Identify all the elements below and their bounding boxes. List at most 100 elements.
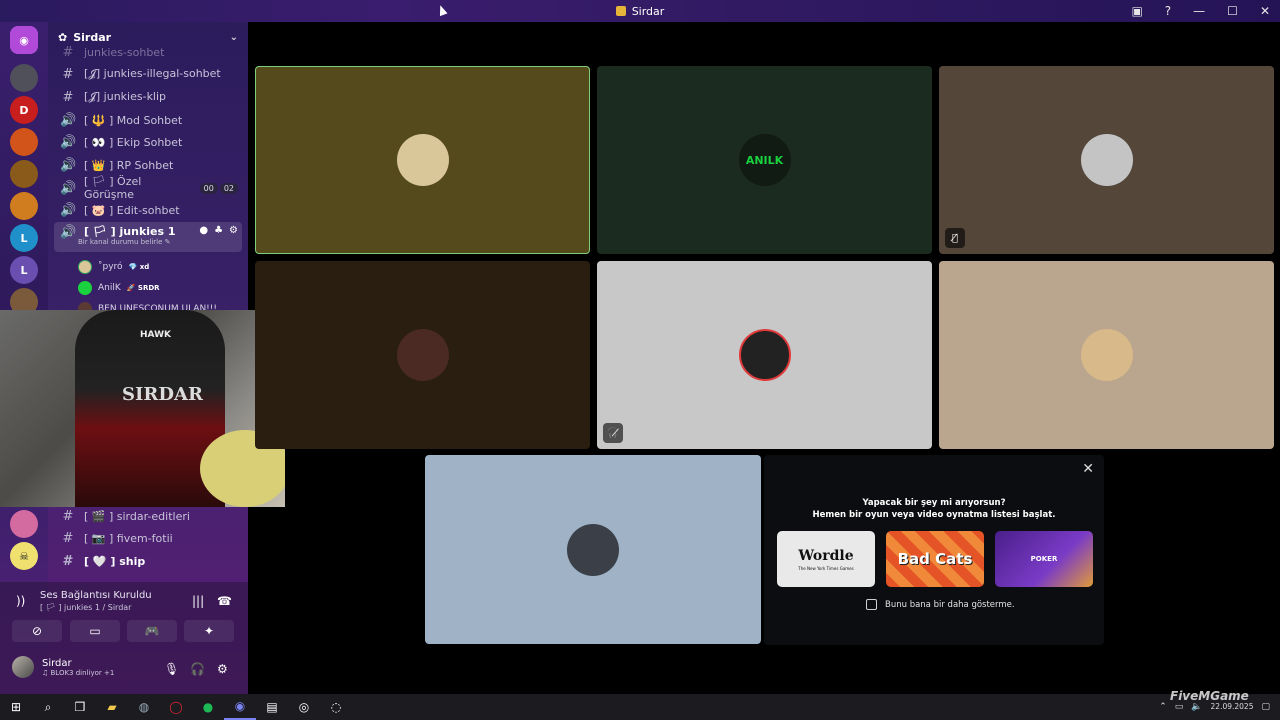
- channel-item[interactable]: # [ 🎬 ] sirdar-editleri: [54, 506, 242, 526]
- checkbox[interactable]: [866, 599, 877, 610]
- activity-subprompt: Hemen bir oyun veya video oynatma listes…: [812, 510, 1056, 520]
- channel-label: [ 🏳 ] Özel Görüşme: [84, 175, 142, 201]
- server-icon-4[interactable]: [10, 160, 38, 188]
- windows-start-icon[interactable]: ⊞: [0, 694, 32, 720]
- channel-label: junkies-sohbet: [84, 45, 165, 59]
- channel-item[interactable]: 🔊 [ 👑 ] RP Sohbet: [54, 155, 242, 175]
- voice-channel-icon: 🔊: [60, 112, 77, 128]
- user-name: ˚pyró: [98, 262, 123, 272]
- server-icon-1[interactable]: [10, 64, 38, 92]
- channel-item[interactable]: 🔊 [ 🔱 ] Mod Sohbet: [54, 110, 242, 130]
- effects-button[interactable]: ✦: [184, 620, 234, 642]
- steam-icon[interactable]: ◍: [128, 694, 160, 720]
- channel-label: [ 🐷 ] Edit-sohbet: [84, 203, 180, 217]
- app-icon-2[interactable]: ◎: [288, 694, 320, 720]
- channel-label: [ 🤍 ] ship: [84, 554, 146, 568]
- video-tile[interactable]: [425, 455, 761, 644]
- tray-expand-icon[interactable]: ⌃: [1159, 702, 1167, 712]
- video-tile[interactable]: ANILK: [597, 66, 932, 254]
- video-tile[interactable]: [255, 66, 590, 254]
- gear-icon[interactable]: ⚙: [217, 662, 228, 676]
- voice-panel: )) Ses Bağlantısı Kuruldu [ 🏳 ] junkies …: [0, 582, 248, 694]
- voice-channel-icon: 🔊: [60, 202, 77, 218]
- channel-label: [ 📷 ] fivem-fotii: [84, 531, 173, 545]
- clock[interactable]: 22.09.2025: [1211, 702, 1254, 712]
- server-icon-2[interactable]: D: [10, 96, 38, 124]
- task-view-icon[interactable]: ❒: [64, 694, 96, 720]
- notifications-icon[interactable]: ▢: [1261, 702, 1270, 712]
- channel-label: [ 👀 ] Ekip Sohbet: [84, 135, 183, 149]
- headphones-icon[interactable]: 🎧: [190, 662, 205, 676]
- avatar: [1080, 329, 1133, 381]
- server-icon-9[interactable]: [10, 510, 38, 538]
- active-voice-channel[interactable]: 🔊 [ 🏳 ] junkies 1 ● ♣ ⚙ Bir kanal durumu…: [54, 222, 242, 252]
- discord-home-icon[interactable]: ◉: [10, 26, 38, 54]
- signal-icon[interactable]: )): [16, 594, 25, 608]
- server-icon-sirdar[interactable]: [10, 192, 38, 220]
- channel-item[interactable]: 🔊 [ 🐷 ] Edit-sohbet: [54, 200, 242, 220]
- volume-icon[interactable]: 🔈: [1191, 702, 1202, 712]
- voice-user[interactable]: ˚pyró 💎 xd: [78, 258, 149, 276]
- file-explorer-icon[interactable]: ▰: [96, 694, 128, 720]
- channel-label: [ 🏳 ] junkies 1: [84, 225, 176, 238]
- network-icon[interactable]: ▭: [1175, 702, 1184, 712]
- maximize-button[interactable]: ☐: [1227, 4, 1238, 18]
- text-channel-icon: #: [62, 553, 74, 569]
- app-icon-1[interactable]: ▤: [256, 694, 288, 720]
- date-text: 22.09.2025: [1210, 702, 1254, 711]
- invite-icon[interactable]: ♣: [214, 225, 223, 236]
- chair-text: SIRDAR: [122, 384, 203, 405]
- chevron-down-icon[interactable]: ⌄: [230, 32, 238, 43]
- channel-label: [ 👑 ] RP Sohbet: [84, 158, 174, 172]
- channel-item[interactable]: 🔊 [ 👀 ] Ekip Sohbet: [54, 132, 242, 152]
- channel-item[interactable]: # [ 📷 ] fivem-fotii: [54, 528, 242, 548]
- opera-icon[interactable]: ◯: [160, 694, 192, 720]
- minimize-button[interactable]: —: [1193, 4, 1205, 18]
- channel-item[interactable]: # [𝓙] junkies-klip: [54, 87, 242, 107]
- video-tile[interactable]: 🎧̸: [597, 261, 932, 449]
- inbox-icon[interactable]: ▣: [1131, 4, 1142, 18]
- close-button[interactable]: ✕: [1260, 4, 1270, 18]
- video-tile[interactable]: [255, 261, 590, 449]
- camera-off-button[interactable]: ⊘: [12, 620, 62, 642]
- channel-item[interactable]: # [ 🤍 ] ship: [54, 551, 242, 571]
- user-name: AnilK: [98, 283, 121, 293]
- activity-card-wordle[interactable]: Wordle The New York Times Games: [777, 531, 875, 587]
- voice-status[interactable]: Ses Bağlantısı Kuruldu [ 🏳 ] junkies 1 /…: [40, 590, 152, 612]
- dont-show-again[interactable]: Bunu bana bir daha gösterme.: [866, 599, 1015, 610]
- screen-share-button[interactable]: ▭: [70, 620, 120, 642]
- microphone-icon[interactable]: 🎙: [164, 662, 179, 676]
- activity-card-poker[interactable]: POKER: [995, 531, 1093, 587]
- disconnect-icon[interactable]: ☎: [217, 594, 232, 608]
- chat-icon[interactable]: ●: [199, 225, 208, 236]
- channel-label: [𝓙] junkies-klip: [84, 90, 167, 103]
- webcam-overlay[interactable]: HAWK SIRDAR: [0, 310, 285, 507]
- help-icon[interactable]: ?: [1165, 4, 1171, 18]
- channel-item[interactable]: # junkies-sohbet: [54, 42, 242, 62]
- search-icon[interactable]: ⌕: [32, 694, 64, 720]
- app-icon-3[interactable]: ◌: [320, 694, 352, 720]
- server-icon-10[interactable]: ☠: [10, 542, 38, 570]
- server-icon-6[interactable]: L: [10, 224, 38, 252]
- video-tile[interactable]: 🎙̸: [939, 66, 1274, 254]
- channel-item[interactable]: # [𝓙] junkies-illegal-sohbet: [54, 64, 242, 84]
- close-icon[interactable]: ✕: [1082, 461, 1094, 477]
- text-channel-icon: #: [62, 66, 74, 82]
- settings-icon[interactable]: ⚙: [229, 225, 238, 236]
- user-status: ♫ BLOK3 dinliyor +1: [42, 668, 115, 677]
- user-bar[interactable]: Sirdar ♫ BLOK3 dinliyor +1: [12, 656, 114, 678]
- channel-status[interactable]: Bir kanal durumu belirle ✎: [78, 238, 171, 246]
- voice-user[interactable]: AnilK 🚀 SRDR: [78, 279, 160, 297]
- channel-item[interactable]: 🔊 [ 🏳 ] Özel Görüşme 00 02: [54, 175, 242, 201]
- avatar: [78, 281, 92, 295]
- activity-card-bad-cats[interactable]: Bad Cats: [886, 531, 984, 587]
- soundboard-icon[interactable]: |||: [192, 594, 204, 608]
- discord-icon[interactable]: ◉: [224, 694, 256, 720]
- spotify-icon[interactable]: ●: [192, 694, 224, 720]
- server-icon-3[interactable]: [10, 128, 38, 156]
- activity-button[interactable]: 🎮: [127, 620, 177, 642]
- channel-actions: ● ♣ ⚙: [199, 225, 238, 236]
- badge-limit: 02: [219, 182, 238, 194]
- video-tile[interactable]: [939, 261, 1274, 449]
- server-icon-7[interactable]: L: [10, 256, 38, 284]
